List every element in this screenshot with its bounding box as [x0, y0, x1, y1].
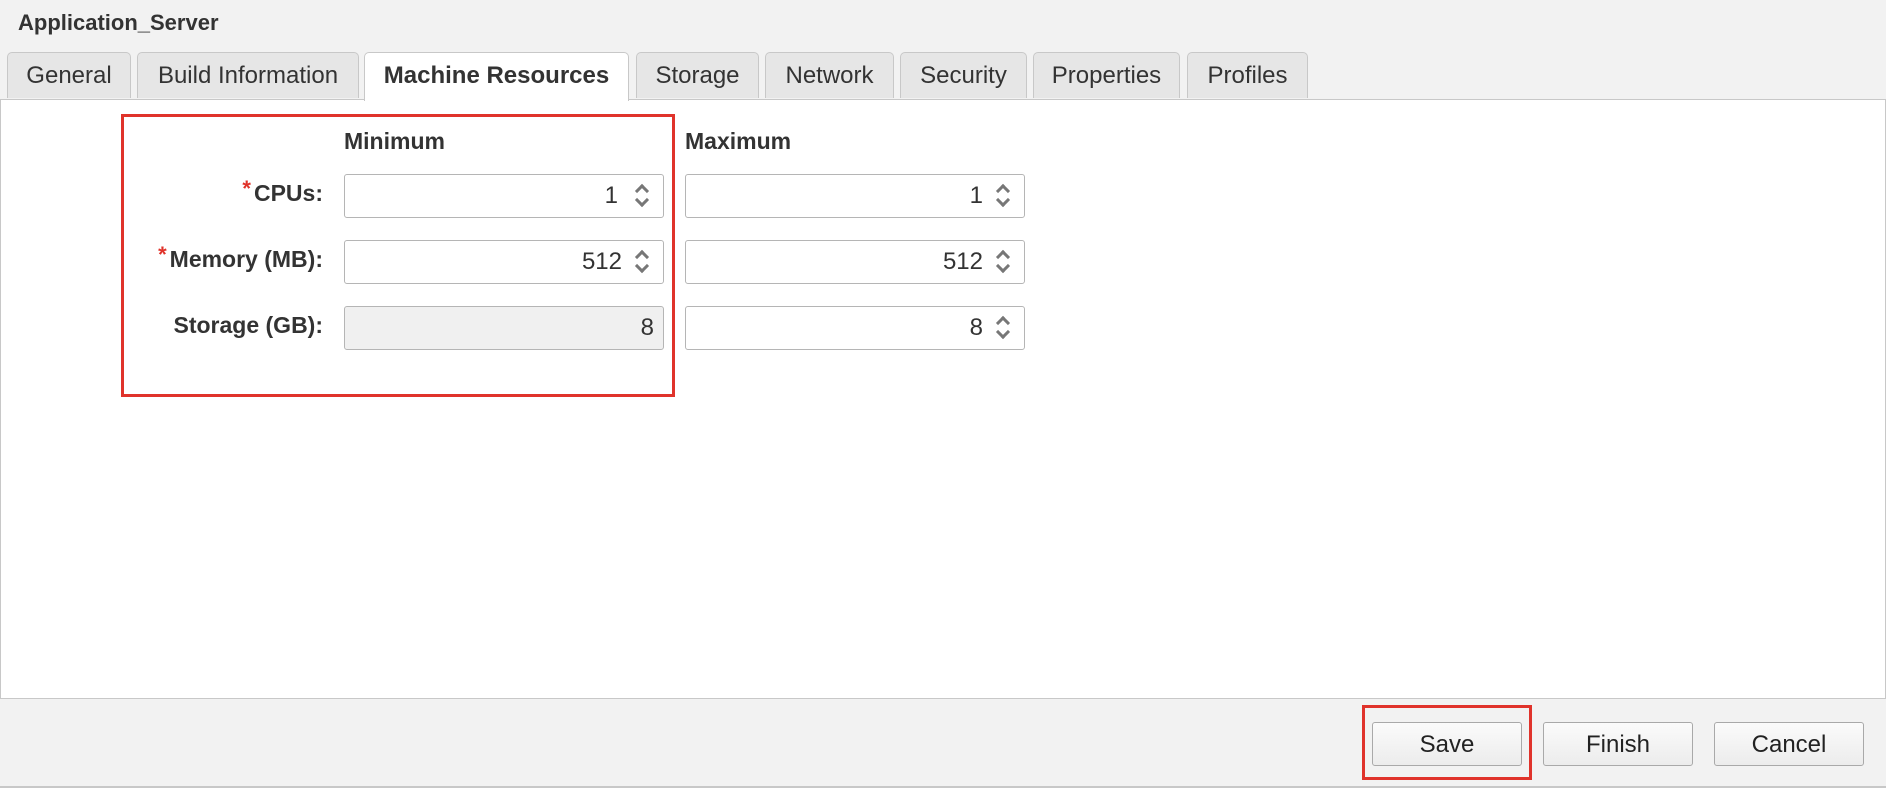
tab-network[interactable]: Network: [765, 52, 894, 98]
tab-machine-resources[interactable]: Machine Resources: [364, 52, 629, 101]
tab-properties[interactable]: Properties: [1033, 52, 1180, 98]
chevron-down-icon[interactable]: [995, 324, 1011, 340]
memory-maximum-spinner[interactable]: 512: [685, 240, 1025, 284]
spinner-arrows[interactable]: [995, 311, 1016, 345]
memory-label: * Memory (MB):: [158, 242, 323, 273]
tab-profiles[interactable]: Profiles: [1187, 52, 1308, 98]
tab-general[interactable]: General: [7, 52, 131, 98]
tab-build-information[interactable]: Build Information: [137, 52, 359, 98]
spinner-arrows[interactable]: [995, 179, 1016, 213]
tab-bar: General Build Information Machine Resour…: [0, 52, 1886, 101]
cancel-button[interactable]: Cancel: [1714, 722, 1864, 766]
maximum-header: Maximum: [685, 128, 792, 154]
required-marker: *: [242, 176, 251, 201]
storage-maximum-spinner[interactable]: 8: [685, 306, 1025, 350]
spinner-arrows[interactable]: [634, 179, 655, 213]
dialog-title: Application_Server: [18, 10, 219, 35]
dialog-window: Application_Server General Build Informa…: [0, 0, 1886, 788]
tab-security[interactable]: Security: [900, 52, 1027, 98]
cpus-label-text: CPUs:: [253, 180, 323, 206]
storage-maximum-value: 8: [969, 314, 983, 341]
memory-label-text: Memory (MB):: [169, 246, 323, 272]
spinner-arrows[interactable]: [995, 245, 1016, 279]
storage-minimum-field: 8: [344, 306, 664, 350]
cpus-minimum-value: 1: [604, 182, 618, 209]
finish-button[interactable]: Finish: [1543, 722, 1693, 766]
memory-maximum-value: 512: [942, 248, 983, 275]
cpus-label: * CPUs:: [242, 176, 323, 207]
tab-storage[interactable]: Storage: [636, 52, 759, 98]
memory-minimum-spinner[interactable]: 512: [344, 240, 664, 284]
cpus-maximum-spinner[interactable]: 1: [685, 174, 1025, 218]
memory-minimum-value: 512: [581, 248, 622, 275]
chevron-down-icon[interactable]: [995, 192, 1011, 208]
chevron-down-icon[interactable]: [634, 258, 650, 274]
cpus-minimum-spinner[interactable]: 1: [344, 174, 664, 218]
minimum-header: Minimum: [344, 128, 445, 154]
chevron-down-icon[interactable]: [995, 258, 1011, 274]
storage-minimum-value: 8: [640, 314, 654, 341]
storage-label: Storage (GB):: [173, 312, 324, 338]
required-marker: *: [158, 242, 167, 267]
save-button[interactable]: Save: [1372, 722, 1522, 766]
cpus-maximum-value: 1: [969, 182, 983, 209]
spinner-arrows[interactable]: [634, 245, 655, 279]
chevron-down-icon[interactable]: [634, 192, 650, 208]
